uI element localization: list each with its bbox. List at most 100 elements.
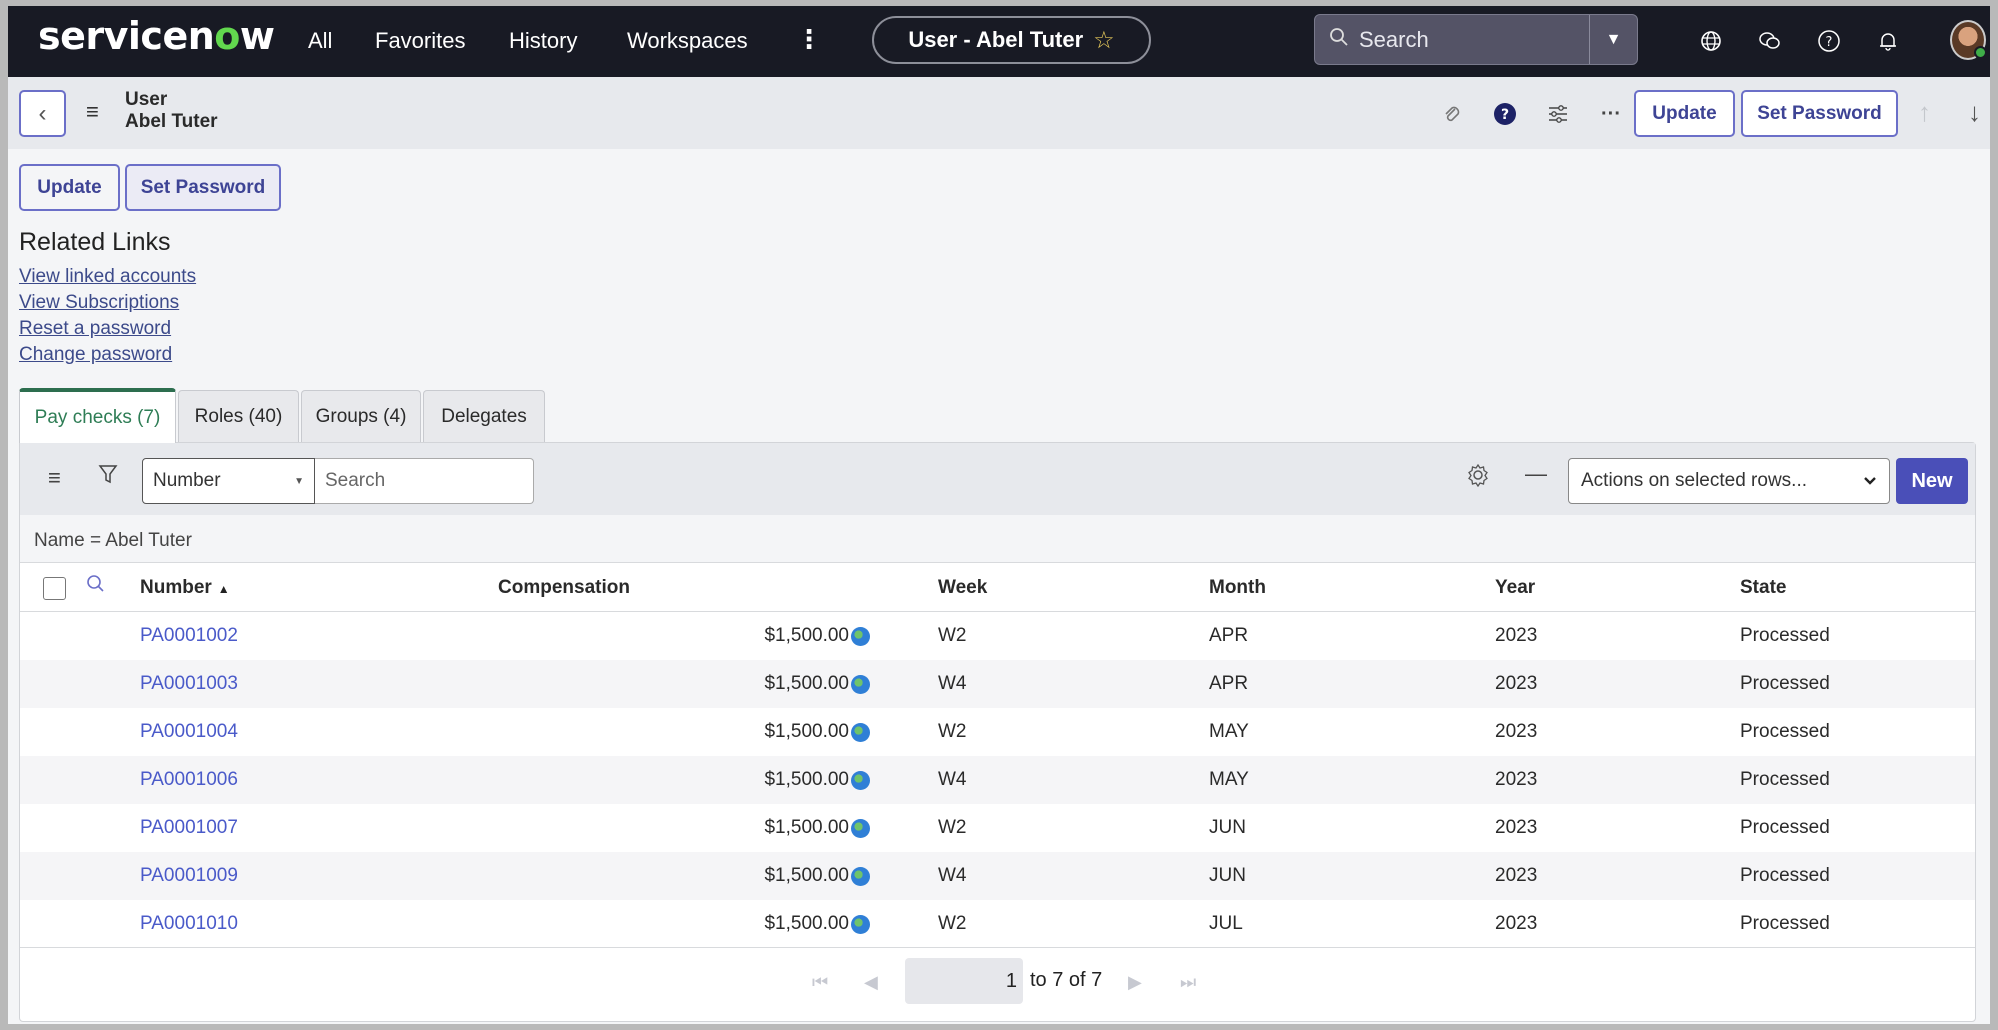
month-cell: JUN [1209, 817, 1246, 838]
header-set-password-button[interactable]: Set Password [1741, 90, 1898, 137]
paperclip-icon[interactable] [1439, 101, 1465, 127]
record-title-pill[interactable]: User - Abel Tuter ☆ [872, 16, 1151, 64]
svg-text:?: ? [1501, 107, 1509, 123]
collapse-icon[interactable]: — [1525, 461, 1547, 487]
paycheck-number-link[interactable]: PA0001004 [140, 721, 238, 743]
sliders-icon[interactable] [1545, 101, 1571, 127]
nav-workspaces[interactable]: Workspaces [627, 28, 748, 54]
next-record-icon[interactable]: ↓ [1968, 97, 1981, 128]
previous-page-icon[interactable]: ◀ [864, 972, 878, 993]
currency-globe-icon[interactable] [851, 770, 870, 790]
column-header-number[interactable]: Number ▲ [140, 577, 230, 599]
paycheck-number-link[interactable]: PA0001009 [140, 865, 238, 887]
bell-icon[interactable] [1875, 28, 1901, 54]
app-frame: servicenow All Favorites History Workspa… [8, 6, 1990, 1024]
week-cell: W4 [938, 769, 967, 790]
table-row: PA0001007 $1,500.00 W2 JUN 2023 Processe… [20, 804, 1975, 852]
paycheck-number-link[interactable]: PA0001006 [140, 769, 238, 791]
month-cell: APR [1209, 625, 1249, 646]
last-page-icon[interactable]: ⏭ [1180, 972, 1196, 993]
paycheck-number-link[interactable]: PA0001003 [140, 673, 238, 695]
view-linked-accounts-link[interactable]: View linked accounts [19, 266, 196, 288]
week-cell: W4 [938, 673, 967, 694]
nav-all[interactable]: All [308, 28, 332, 54]
compensation-cell: $1,500.00 [764, 721, 870, 743]
currency-globe-icon[interactable] [851, 818, 870, 838]
state-cell: Processed [1740, 673, 1830, 694]
currency-globe-icon[interactable] [851, 722, 870, 742]
user-avatar[interactable] [1950, 20, 1987, 60]
first-page-icon[interactable]: ⏮ [812, 972, 828, 993]
week-cell: W2 [938, 625, 967, 646]
currency-globe-icon[interactable] [851, 674, 870, 694]
select-all-checkbox[interactable] [43, 577, 66, 600]
search-dropdown-icon[interactable]: ▼ [1589, 15, 1637, 64]
month-cell: JUL [1209, 913, 1243, 934]
filter-icon[interactable] [98, 463, 118, 491]
page-range-text: to 7 of 7 [1030, 969, 1103, 991]
search-field-select[interactable]: Number ▼ [142, 458, 315, 504]
search-field-value: Number [153, 470, 221, 491]
state-cell: Processed [1740, 865, 1830, 886]
kebab-vertical-icon[interactable]: ⋮ [796, 24, 822, 55]
paycheck-number-link[interactable]: PA0001002 [140, 625, 238, 647]
filter-breadcrumb[interactable]: Name = Abel Tuter [20, 515, 1975, 563]
context-menu-icon[interactable]: ≡ [86, 99, 99, 125]
online-status-icon [1974, 46, 1987, 59]
svg-text:?: ? [1826, 35, 1833, 50]
column-header-month[interactable]: Month [1209, 577, 1266, 599]
actions-on-selected-rows-select[interactable]: Actions on selected rows... [1568, 458, 1890, 504]
compensation-cell: $1,500.00 [764, 673, 870, 695]
reset-password-link[interactable]: Reset a password [19, 318, 171, 340]
globe-icon[interactable] [1698, 28, 1724, 54]
view-subscriptions-link[interactable]: View Subscriptions [19, 292, 179, 314]
paycheck-number-link[interactable]: PA0001007 [140, 817, 238, 839]
currency-globe-icon[interactable] [851, 914, 870, 934]
currency-globe-icon[interactable] [851, 866, 870, 886]
year-cell: 2023 [1495, 913, 1538, 934]
column-header-compensation[interactable]: Compensation [498, 577, 630, 599]
tab-roles[interactable]: Roles (40) [178, 390, 299, 442]
next-page-icon[interactable]: ▶ [1128, 972, 1142, 993]
list-search-input[interactable]: Search [315, 458, 534, 504]
table-body: PA0001002 $1,500.00 W2 APR 2023 Processe… [20, 612, 1975, 948]
tab-groups[interactable]: Groups (4) [301, 390, 421, 442]
change-password-link[interactable]: Change password [19, 344, 172, 366]
compensation-cell: $1,500.00 [764, 769, 870, 791]
tab-pay-checks[interactable]: Pay checks (7) [19, 388, 176, 443]
help-filled-icon[interactable]: ? [1492, 101, 1518, 127]
nav-history[interactable]: History [509, 28, 577, 54]
list-menu-icon[interactable]: ≡ [48, 465, 61, 491]
chat-icon[interactable] [1757, 28, 1783, 54]
logo-o: o [214, 14, 240, 58]
page-number-input[interactable]: 1 [905, 958, 1023, 1004]
help-icon[interactable]: ? [1816, 28, 1842, 54]
header-update-button[interactable]: Update [1634, 90, 1735, 137]
compensation-value: $1,500.00 [764, 913, 849, 934]
state-cell: Processed [1740, 817, 1830, 838]
more-horizontal-icon[interactable]: ··· [1598, 101, 1624, 127]
star-icon[interactable]: ☆ [1093, 26, 1115, 55]
nav-favorites[interactable]: Favorites [375, 28, 465, 54]
tab-delegates[interactable]: Delegates [423, 390, 545, 442]
column-header-state[interactable]: State [1740, 577, 1786, 599]
paycheck-number-link[interactable]: PA0001010 [140, 913, 238, 935]
global-search[interactable]: Search ▼ [1314, 14, 1638, 65]
chevron-left-icon: ‹ [38, 99, 47, 127]
update-button[interactable]: Update [19, 164, 120, 211]
compensation-value: $1,500.00 [764, 721, 849, 742]
back-button[interactable]: ‹ [19, 90, 66, 137]
column-search-icon[interactable] [86, 574, 106, 600]
table-row: PA0001004 $1,500.00 W2 MAY 2023 Processe… [20, 708, 1975, 756]
column-header-week[interactable]: Week [938, 577, 987, 599]
actions-select-value: Actions on selected rows... [1581, 470, 1807, 491]
new-button[interactable]: New [1896, 458, 1968, 504]
gear-icon[interactable] [1466, 463, 1490, 493]
servicenow-logo[interactable]: servicenow [38, 14, 275, 58]
currency-globe-icon[interactable] [851, 626, 870, 646]
global-search-input[interactable]: Search [1359, 27, 1589, 53]
previous-record-icon[interactable]: ↑ [1918, 97, 1931, 128]
table-row: PA0001009 $1,500.00 W4 JUN 2023 Processe… [20, 852, 1975, 900]
set-password-button[interactable]: Set Password [125, 164, 281, 211]
column-header-year[interactable]: Year [1495, 577, 1535, 599]
